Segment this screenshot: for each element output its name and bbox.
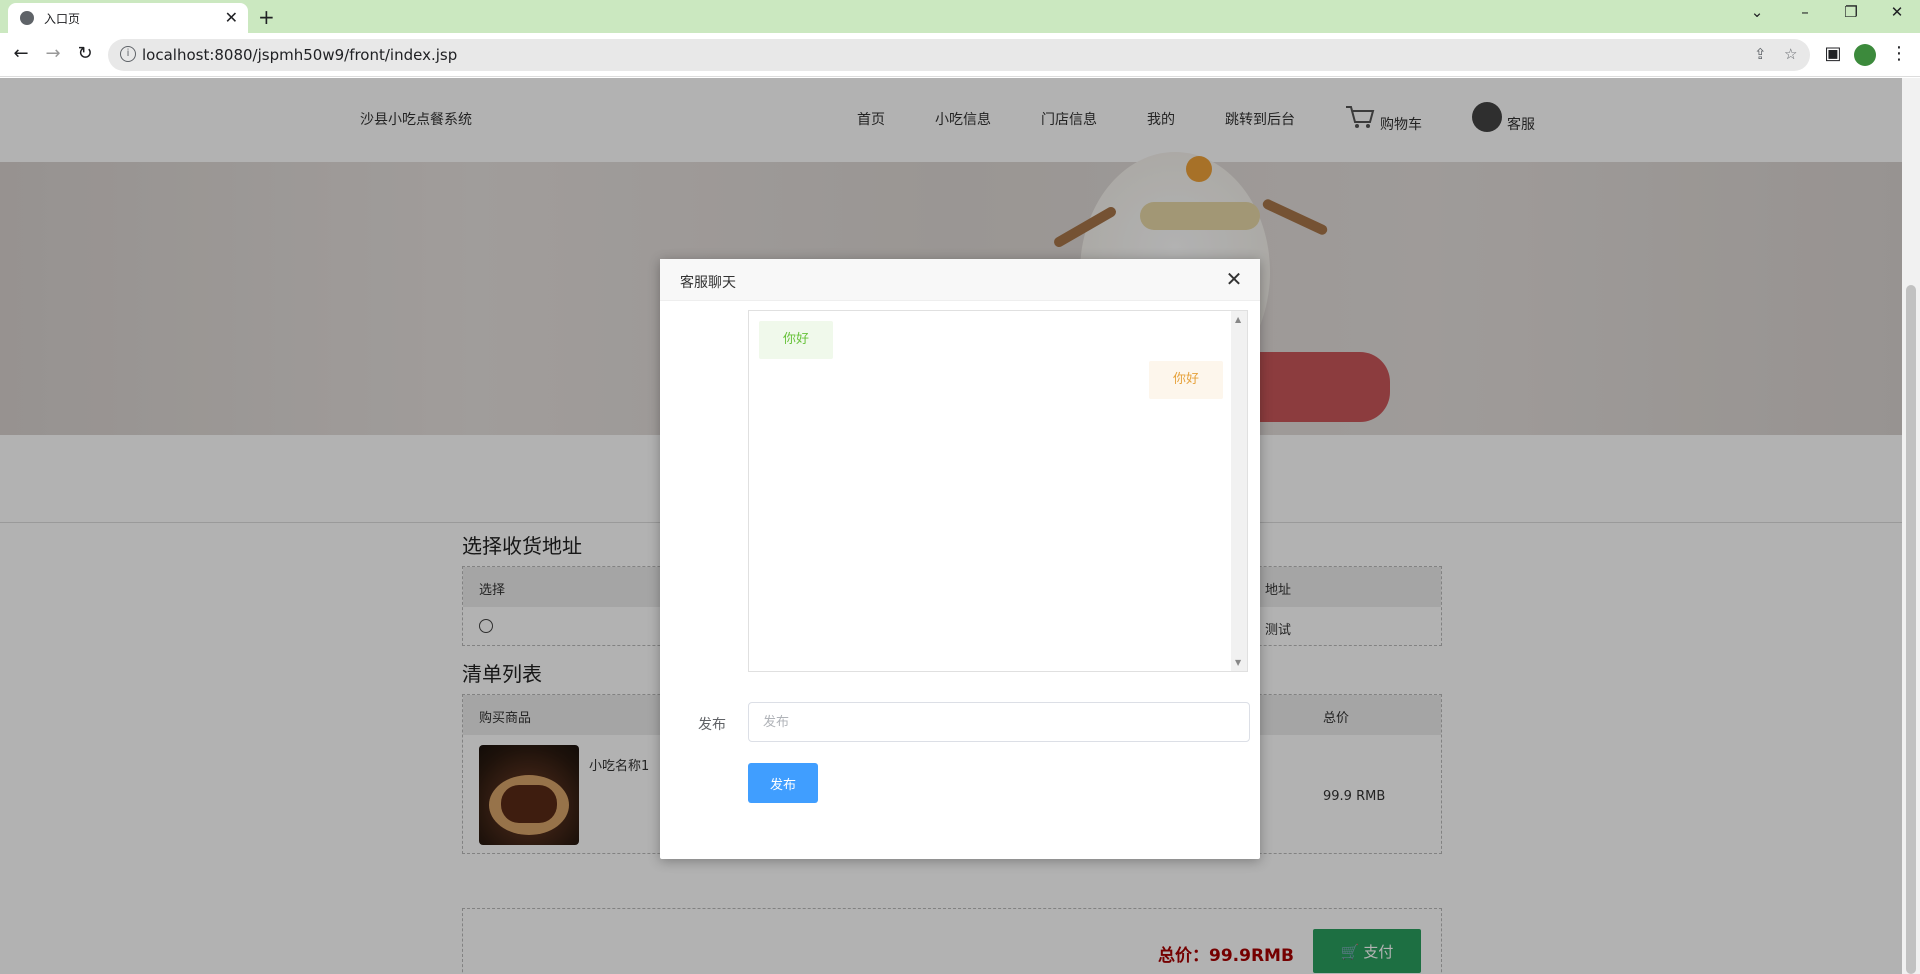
close-window-icon[interactable]: ✕ bbox=[1882, 3, 1912, 21]
scrollbar-thumb[interactable] bbox=[1906, 285, 1916, 974]
address-bar: ← → ↻ i localhost:8080/jspmh50w9/front/i… bbox=[0, 33, 1920, 77]
share-icon[interactable]: ⇪ bbox=[1754, 45, 1767, 63]
scroll-up-icon[interactable]: ▲ bbox=[1235, 315, 1241, 324]
bookmark-star-icon[interactable]: ☆ bbox=[1784, 45, 1797, 63]
post-field-label: 发布 bbox=[698, 717, 726, 733]
forward-icon[interactable]: → bbox=[42, 43, 64, 64]
dialog-title: 客服聊天 bbox=[680, 275, 736, 291]
chat-message-sent: 你好 bbox=[1149, 361, 1223, 399]
reload-icon[interactable]: ↻ bbox=[74, 43, 96, 64]
close-tab-icon[interactable]: ✕ bbox=[225, 8, 238, 27]
new-tab-icon[interactable]: + bbox=[258, 5, 275, 29]
post-button[interactable]: 发布 bbox=[748, 763, 818, 803]
restore-icon[interactable]: ❐ bbox=[1836, 3, 1866, 21]
globe-icon bbox=[20, 11, 34, 25]
chat-message-received: 你好 bbox=[759, 321, 833, 359]
browser-tab[interactable]: 入口页 ✕ bbox=[8, 3, 248, 33]
minimize-icon[interactable]: – bbox=[1790, 3, 1820, 21]
scroll-down-icon[interactable]: ▼ bbox=[1235, 658, 1241, 667]
close-icon[interactable]: ✕ bbox=[1222, 267, 1246, 291]
url-text: localhost:8080/jspmh50w9/front/index.jsp bbox=[142, 46, 458, 64]
tab-title: 入口页 bbox=[44, 12, 81, 26]
dialog-header: 客服聊天 ✕ bbox=[660, 259, 1260, 301]
chat-scrollbar[interactable]: ▲ ▼ bbox=[1231, 311, 1247, 671]
post-input[interactable] bbox=[748, 702, 1250, 742]
back-icon[interactable]: ← bbox=[10, 43, 32, 64]
page-scrollbar[interactable] bbox=[1902, 78, 1920, 974]
tab-search-icon[interactable]: ⌄ bbox=[1742, 3, 1772, 21]
service-chat-dialog: 客服聊天 ✕ 你好 你好 ▲ ▼ 发布 发布 bbox=[660, 259, 1260, 859]
profile-avatar-icon[interactable] bbox=[1854, 44, 1876, 66]
chat-message-area[interactable]: 你好 你好 ▲ ▼ bbox=[748, 310, 1248, 672]
site-info-icon[interactable]: i bbox=[120, 46, 136, 62]
menu-kebab-icon[interactable]: ⋮ bbox=[1888, 43, 1910, 64]
side-panel-icon[interactable]: ▣ bbox=[1822, 43, 1844, 64]
url-field[interactable]: i localhost:8080/jspmh50w9/front/index.j… bbox=[108, 39, 1810, 71]
browser-tab-strip: 入口页 ✕ + ⌄ – ❐ ✕ bbox=[0, 0, 1920, 33]
